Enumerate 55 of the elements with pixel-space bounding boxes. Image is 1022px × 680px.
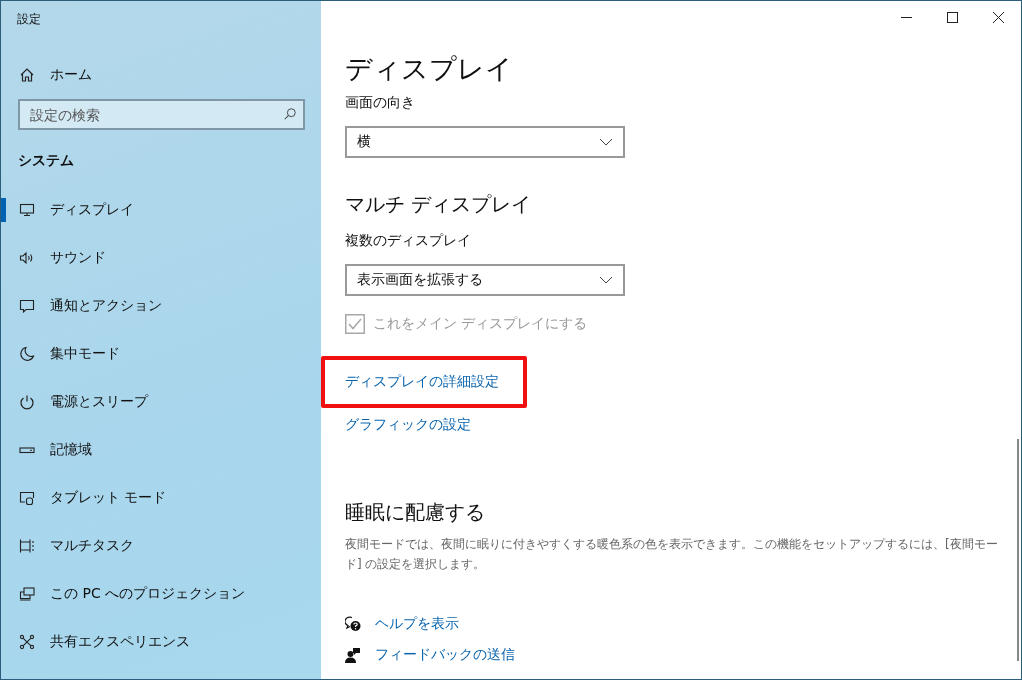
sidebar-item-label: マルチタスク — [50, 537, 134, 555]
help-link[interactable]: フィードバックの送信 — [375, 646, 515, 664]
close-icon — [992, 12, 1004, 23]
sidebar-item-label: サウンド — [50, 249, 106, 267]
sidebar-item[interactable]: ディスプレイ — [1, 186, 321, 234]
sidebar-item-label: 通知とアクション — [50, 297, 162, 315]
section-heading: 睡眠に配慮する — [345, 499, 486, 526]
multiple-displays-label: 複数のディスプレイ — [345, 232, 472, 250]
chevron-icon — [599, 276, 613, 284]
window-title: 設定 — [16, 11, 42, 28]
multitask-icon — [19, 538, 35, 554]
projection-icon — [19, 586, 35, 602]
sidebar-item[interactable]: 共有エクスペリエンス — [1, 618, 321, 666]
help-link[interactable]: ヘルプを表示 — [375, 615, 459, 633]
description-text: 夜間モードでは、夜間に眠りに付きやすくする暖色系の色を表示できます。この機能をセットアップするには、[夜間モード] の設定を選択します。 — [345, 536, 999, 573]
search-field[interactable]: 設定の検索 — [18, 99, 305, 130]
feedback-person-icon — [345, 647, 361, 663]
sidebar-item-label: 集中モード — [50, 345, 120, 363]
sidebar-item[interactable]: タブレット モード — [1, 474, 321, 522]
sidebar-item[interactable]: 通知とアクション — [1, 282, 321, 330]
power-icon — [19, 394, 35, 410]
sidebar-item[interactable]: 記憶域 — [1, 426, 321, 474]
sidebar-item[interactable]: 集中モード — [1, 330, 321, 378]
home-nav-item[interactable]: ホーム — [1, 51, 321, 99]
speech-bubble-icon — [19, 298, 35, 314]
maximize-icon — [946, 12, 958, 23]
sidebar-item[interactable]: マルチタスク — [1, 522, 321, 570]
page-heading: ディスプレイ — [345, 52, 514, 86]
sidebar-item-label: 電源とスリープ — [50, 393, 148, 411]
sidebar-item[interactable]: サウンド — [1, 234, 321, 282]
sidebar-item-label: ディスプレイ — [50, 201, 134, 219]
sidebar-item-label: この PC へのプロジェクション — [50, 585, 246, 603]
speaker-icon — [19, 250, 35, 266]
section-heading: システム — [18, 152, 75, 170]
chevron-icon — [599, 138, 613, 146]
moon-icon — [19, 346, 35, 362]
orientation-dropdown[interactable]: 横 — [345, 126, 625, 158]
tablet-icon — [19, 490, 35, 506]
section-heading: マルチ ディスプレイ — [345, 191, 533, 218]
checkbox-label: これをメイン ディスプレイにする — [373, 315, 588, 333]
home-icon — [19, 67, 35, 83]
sidebar-item-label: 記憶域 — [50, 441, 92, 459]
multiple-displays-dropdown[interactable]: 表示画面を拡張する — [345, 264, 625, 296]
home-label: ホーム — [50, 66, 92, 84]
monitor-icon — [19, 202, 35, 218]
search-icon — [283, 107, 297, 121]
orientation-label: 画面の向き — [345, 94, 416, 112]
scrollbar[interactable] — [1017, 439, 1019, 661]
sidebar-item[interactable]: この PC へのプロジェクション — [1, 570, 321, 618]
sidebar-item-label: 共有エクスペリエンス — [50, 633, 190, 651]
sidebar-item-label: タブレット モード — [50, 489, 167, 507]
help-bubble-icon — [345, 616, 361, 632]
share-icon — [19, 634, 35, 650]
sidebar-item[interactable]: 電源とスリープ — [1, 378, 321, 426]
settings-link[interactable]: ディスプレイの詳細設定 — [321, 356, 527, 408]
